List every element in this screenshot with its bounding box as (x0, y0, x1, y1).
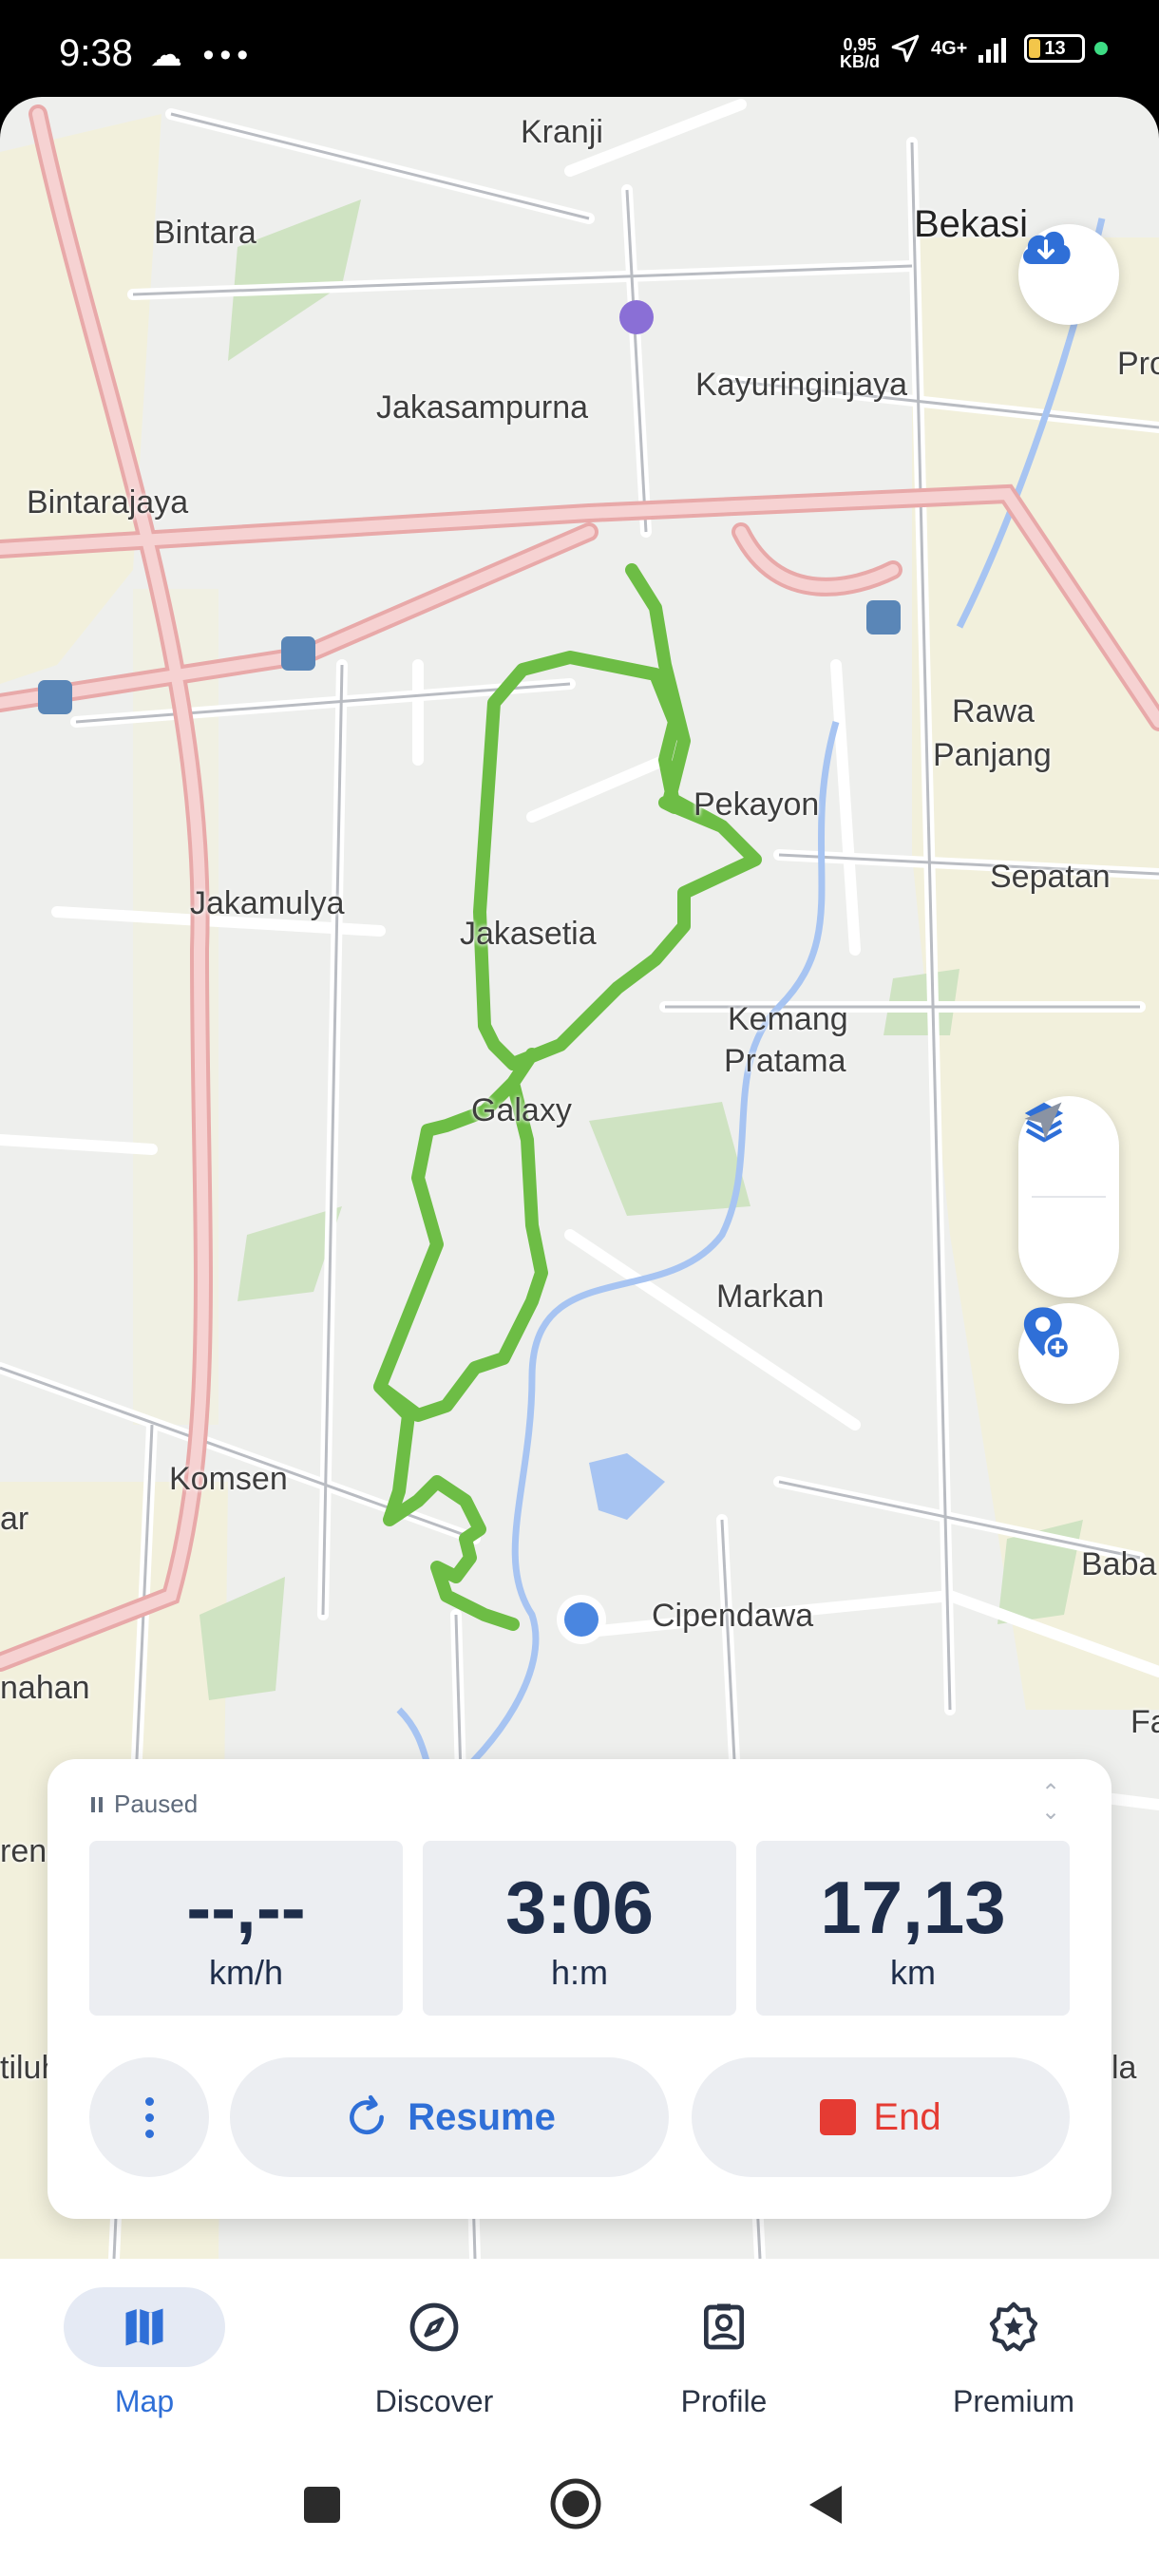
download-map-button[interactable] (1018, 224, 1119, 325)
back-icon (809, 2486, 842, 2524)
map-label: Galaxy (471, 1092, 572, 1128)
status-label: Paused (114, 1790, 199, 1818)
expand-collapse-icon[interactable]: ⌃ ⌄ (1041, 1782, 1060, 1824)
map-icon (125, 2308, 163, 2346)
nav-icon-container (64, 2287, 225, 2367)
map-label: Pratama (724, 1043, 846, 1079)
stat-value: --,-- (186, 1866, 306, 1949)
speed-stat: --,-- km/h (89, 1841, 403, 2016)
add-poi-button[interactable] (1018, 1303, 1119, 1404)
map-label: Bintarajaya (27, 484, 189, 521)
stat-value: 3:06 (504, 1866, 655, 1949)
tracking-panel: Paused ⌃ ⌄ --,-- km/h 3:06 h:m 17,13 km R… (48, 1759, 1112, 2219)
resume-label: Resume (408, 2095, 556, 2138)
map-label: Jakasampurna (376, 389, 589, 426)
pause-icon (91, 1796, 103, 1812)
nav-item-discover[interactable]: Discover (330, 2287, 539, 2419)
network-type: 4G+ (931, 37, 968, 59)
stat-value: 17,13 (820, 1866, 1006, 1949)
resume-icon (350, 2094, 385, 2135)
nav-label: Map (114, 2384, 175, 2418)
map-label: ar (0, 1501, 29, 1537)
home-icon (550, 2478, 601, 2529)
map-label: Jakamulya (190, 885, 345, 921)
map-label: Kemang (728, 1001, 848, 1037)
navigation-arrow-icon (1024, 1102, 1062, 1140)
duration-stat: 3:06 h:m (423, 1841, 736, 2016)
map-label: Markan (716, 1279, 825, 1315)
map-label: Sepatan (990, 859, 1111, 895)
nav-label: Profile (680, 2384, 768, 2418)
cloud-download-icon (1023, 231, 1071, 264)
location-arrow-icon (891, 34, 920, 63)
resume-button[interactable]: Resume (230, 2057, 669, 2177)
map-label: Cipendawa (652, 1598, 814, 1634)
map-label: Kranji (521, 114, 603, 150)
map-label: Kayuringinjaya (695, 367, 908, 403)
battery-level: 13 (1044, 37, 1066, 59)
premium-star-icon (989, 2301, 1038, 2352)
recents-button[interactable] (300, 2483, 344, 2531)
map-label: Bintara (154, 215, 256, 251)
map-label: Pro (1117, 346, 1159, 382)
map-label: nahan (0, 1670, 90, 1706)
net-speed: 0,95 KB/d (840, 36, 880, 70)
stat-unit: km (890, 1953, 936, 1992)
profile-badge-icon (704, 2303, 744, 2350)
add-location-icon (1023, 1307, 1072, 1361)
map-label: la (1112, 2050, 1137, 2086)
map-label: Jakasetia (460, 916, 597, 952)
status-bar: 9:38 ☁ ••• 0,95 KB/d 4G+ 13 (0, 0, 1159, 103)
nav-item-premium[interactable]: Premium (909, 2287, 1118, 2419)
status-right: 4G+ 13 (889, 32, 1109, 65)
home-button[interactable] (549, 2477, 602, 2535)
nav-icon-container (619, 2287, 828, 2367)
more-options-button[interactable] (89, 2057, 209, 2177)
recording-status: Paused (91, 1790, 198, 1819)
recenter-button[interactable] (1018, 1102, 1119, 1297)
privacy-dot (1094, 42, 1109, 55)
stat-unit: h:m (550, 1953, 608, 1992)
distance-stat: 17,13 km (756, 1841, 1070, 2016)
stop-icon (820, 2099, 857, 2135)
signal-icon (978, 38, 1007, 63)
back-button[interactable] (806, 2483, 846, 2531)
map-label: Fa (1130, 1704, 1159, 1740)
nav-item-map[interactable]: Map (40, 2287, 249, 2419)
compass-icon (409, 2302, 459, 2352)
end-button[interactable]: End (692, 2057, 1070, 2177)
end-label: End (873, 2095, 941, 2138)
stat-unit: km/h (208, 1953, 283, 1992)
map-label: Pekayon (694, 786, 820, 823)
bottom-navigation: Map Discover Profile Premium (0, 2259, 1159, 2443)
nav-icon-container (909, 2287, 1118, 2367)
map-controls (1018, 1096, 1119, 1297)
map-label: Bekasi (914, 203, 1029, 245)
nav-item-profile[interactable]: Profile (619, 2287, 828, 2419)
battery-icon: 13 (1024, 34, 1086, 63)
map-label: Rawa (952, 693, 1035, 729)
nav-label: Premium (952, 2384, 1074, 2418)
status-time: 9:38 (59, 32, 133, 74)
map-label: Panjang (933, 737, 1052, 773)
nav-icon-container (330, 2287, 539, 2367)
system-navigation-bar (0, 2443, 1159, 2576)
more-vertical-icon (144, 2096, 154, 2138)
recents-icon (304, 2487, 340, 2523)
net-speed-unit: KB/d (840, 52, 880, 71)
map-label: Komsen (169, 1461, 288, 1497)
map-label: Baba (1081, 1546, 1157, 1582)
notification-icons: ☁ ••• (150, 37, 255, 73)
nav-label: Discover (374, 2384, 494, 2418)
net-speed-value: 0,95 (843, 35, 877, 54)
